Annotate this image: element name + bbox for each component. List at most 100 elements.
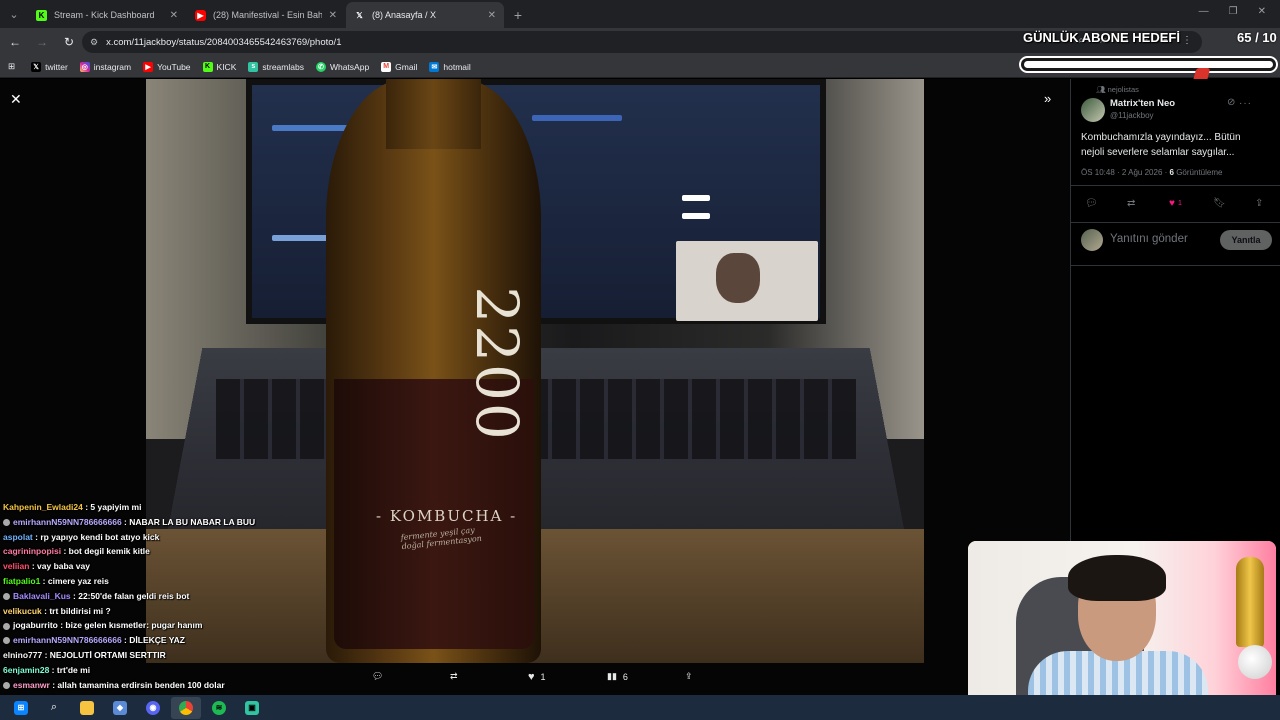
close-tab-icon[interactable]: ✕	[488, 10, 496, 21]
trophy-figure	[1236, 557, 1264, 647]
reply-icon: 💬︎	[372, 671, 384, 681]
bookmark-whatsapp[interactable]: ✆ WhatsApp	[315, 61, 370, 72]
apps-grid-icon[interactable]: ⊞	[8, 61, 15, 72]
chat-text: DİLEKÇE YAZ	[129, 635, 185, 646]
bookmark-label: instagram	[93, 61, 132, 72]
reload-icon[interactable]: ↻	[57, 30, 81, 54]
reply-button[interactable]: 💬︎	[372, 671, 383, 682]
bookmark-icon[interactable]: 🔖︎	[1213, 198, 1226, 209]
tab-kick-dashboard[interactable]: K Stream - Kick Dashboard ✕	[28, 2, 186, 28]
chat-separator: :	[42, 649, 50, 660]
reply-input[interactable]: Yanıtını gönder	[1110, 233, 1188, 245]
ide-app-icon[interactable]: ◆	[105, 697, 135, 719]
chat-text: NEJOLUTİ ORTAMI SERTTIR	[49, 649, 166, 660]
avatar	[1081, 229, 1103, 251]
avatar[interactable]	[1081, 98, 1105, 122]
bookmark-streamlabs[interactable]: s streamlabs	[248, 61, 304, 72]
heart-icon: ♥	[1169, 198, 1175, 209]
bookmark-label: KICK	[216, 61, 237, 72]
like-button[interactable]: ♥ 1	[528, 671, 546, 683]
retweet-button[interactable]: ⇄	[450, 671, 458, 682]
tab-x-anasayfa[interactable]: 𝕏 (8) Anasayfa / X ✕	[346, 2, 504, 28]
author-handle[interactable]: @11jackboy	[1110, 111, 1154, 120]
tab-search-chevron-icon[interactable]: ⌄	[0, 0, 28, 28]
spotify-icon[interactable]: ≋	[204, 697, 234, 719]
divider	[1071, 265, 1280, 266]
streamlabs-icon[interactable]: ▣	[237, 697, 267, 719]
chat-text: bize gelen kısmetler: pugar hanım	[65, 620, 203, 631]
chat-text: rp yapıyo kendi bot atıyo kick	[40, 531, 160, 542]
chat-username: cagrininpopisi	[3, 546, 62, 557]
chat-message: cagrininpopisi : bot degil kemik kitle	[3, 544, 363, 559]
search-icon[interactable]: ⌕	[39, 697, 69, 719]
expand-sidebar-icon[interactable]: »	[1044, 91, 1051, 106]
bookmark-kick[interactable]: K KICK	[202, 61, 237, 72]
chat-username: jogaburrito	[13, 620, 58, 631]
bookmark-youtube[interactable]: ▶ YouTube	[143, 61, 191, 72]
minimize-icon[interactable]: —	[1199, 6, 1209, 17]
chat-message: jogaburrito : bize gelen kısmetler: puga…	[3, 618, 363, 633]
chat-username: fiatpalio1	[3, 575, 41, 586]
more-dots-icon[interactable]: ···	[1239, 98, 1252, 109]
chat-separator: :	[40, 575, 48, 586]
share-icon: ⇪	[685, 671, 693, 681]
grok-icon[interactable]: ⊘	[1227, 97, 1235, 108]
streamlabs-icon: s	[248, 61, 259, 72]
chat-message: fiatpalio1 : cimere yaz reis	[3, 574, 363, 589]
chat-username: esmanwr	[13, 679, 50, 690]
bookmark-label: WhatsApp	[329, 61, 370, 72]
close-tab-icon[interactable]: ✕	[329, 10, 337, 21]
discord-icon[interactable]: ◉	[138, 697, 168, 719]
bookmark-label: Gmail	[395, 61, 418, 72]
chat-username: elnino777	[3, 649, 43, 660]
chat-username: aspolat	[3, 531, 33, 542]
reply-icon[interactable]: 💬︎	[1085, 198, 1098, 209]
author-name[interactable]: Matrix'ten Neo	[1110, 98, 1175, 109]
window-controls: — ❐ ✕	[1199, 6, 1266, 17]
chat-message: 6enjamin28 : trt'de mi	[3, 663, 363, 678]
chrome-icon[interactable]	[171, 696, 201, 719]
reply-submit-button[interactable]: Yanıtla	[1220, 230, 1272, 250]
share-button[interactable]: ⇪	[685, 671, 693, 682]
chat-text: trt bildirisi mi ?	[49, 605, 111, 616]
close-tab-icon[interactable]: ✕	[170, 10, 178, 21]
bookmark-label: YouTube	[157, 61, 191, 72]
chat-username: velikucuk	[3, 605, 42, 616]
retweet-icon[interactable]: ⇄	[1127, 198, 1135, 209]
bottle-product-text: - KOMBUCHA -	[376, 507, 518, 525]
chat-message: elnino777 : NEJOLUTİ ORTAMI SERTTIR	[3, 648, 363, 663]
views-button[interactable]: ▮▮ 6	[607, 671, 628, 682]
menu-dots-icon[interactable]: ⋮	[1182, 35, 1192, 46]
kick-icon: K	[36, 9, 47, 21]
chat-badge-icon	[3, 637, 10, 645]
windows-taskbar: ⊞ ⌕ ◆ ◉ ≋ ▣	[0, 695, 1280, 720]
tweet-timestamp: ÖS 10:48 · 2 Ağu 2026 ·	[1081, 168, 1170, 177]
bookmark-label: twitter	[45, 61, 68, 72]
new-tab-button[interactable]: +	[505, 2, 531, 28]
x-icon: 𝕏	[356, 10, 363, 20]
share-icon[interactable]: ⇪	[1255, 198, 1263, 209]
close-icon[interactable]: ✕	[10, 91, 22, 108]
chat-message: Baklavali_Kus : 22:50'de falan geldi rei…	[3, 589, 363, 604]
chat-text: 22:50'de falan geldi reis bot	[78, 590, 190, 601]
file-explorer-icon[interactable]	[72, 697, 102, 719]
tab-title: (28) Manifestival - Esin Bahat	[213, 10, 322, 20]
youtube-icon: ▶	[195, 9, 206, 21]
bookmark-gmail[interactable]: M Gmail	[381, 61, 418, 72]
chat-username: emirhannN59NN786666666	[13, 635, 122, 646]
windows-start-icon[interactable]: ⊞	[6, 697, 36, 719]
chat-text: cimere yaz reis	[47, 575, 109, 586]
bookmark-instagram[interactable]: ◎ instagram	[79, 61, 132, 72]
bookmark-twitter[interactable]: 𝕏twitter	[31, 61, 68, 72]
close-window-icon[interactable]: ✕	[1258, 6, 1266, 17]
tab-youtube-manifestival[interactable]: ▶ (28) Manifestival - Esin Bahat ✕	[187, 2, 345, 28]
chat-message: emirhannN59NN786666666 : NABAR LA BU NAB…	[3, 515, 363, 530]
bookmark-hotmail[interactable]: ✉ hotmail	[429, 61, 471, 72]
maximize-icon[interactable]: ❐	[1229, 6, 1238, 17]
like-button[interactable]: ♥ 1	[1169, 198, 1182, 209]
youtube-icon: ▶	[143, 61, 154, 72]
retweet-icon: ⇄	[450, 671, 458, 681]
back-arrow-icon[interactable]: ←	[3, 30, 27, 54]
forward-arrow-icon[interactable]: →	[30, 30, 54, 54]
site-info-icon[interactable]: ⚙	[90, 37, 98, 48]
